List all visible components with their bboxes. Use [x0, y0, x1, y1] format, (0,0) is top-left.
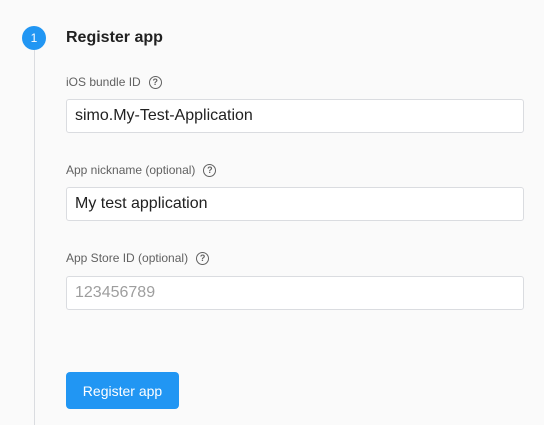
app-store-id-label: App Store ID (optional) ? [66, 251, 210, 265]
bundle-id-label-text: iOS bundle ID [66, 75, 141, 89]
app-nickname-label-text: App nickname (optional) [66, 163, 196, 177]
app-nickname-input[interactable] [66, 187, 524, 221]
bundle-id-label: iOS bundle ID ? [66, 75, 162, 89]
step-title: Register app [66, 29, 163, 46]
register-app-panel: 1 Register app iOS bundle ID ? App nickn… [0, 0, 544, 425]
step-connector-line [34, 50, 35, 425]
bundle-id-input[interactable] [66, 99, 524, 133]
help-icon[interactable]: ? [196, 251, 210, 265]
help-icon[interactable]: ? [203, 163, 217, 177]
register-app-button[interactable]: Register app [66, 372, 179, 409]
app-nickname-label: App nickname (optional) ? [66, 163, 217, 177]
app-store-id-input[interactable] [66, 276, 524, 310]
app-store-id-label-text: App Store ID (optional) [66, 251, 189, 265]
help-icon[interactable]: ? [148, 75, 162, 89]
step-number-badge: 1 [22, 26, 46, 50]
